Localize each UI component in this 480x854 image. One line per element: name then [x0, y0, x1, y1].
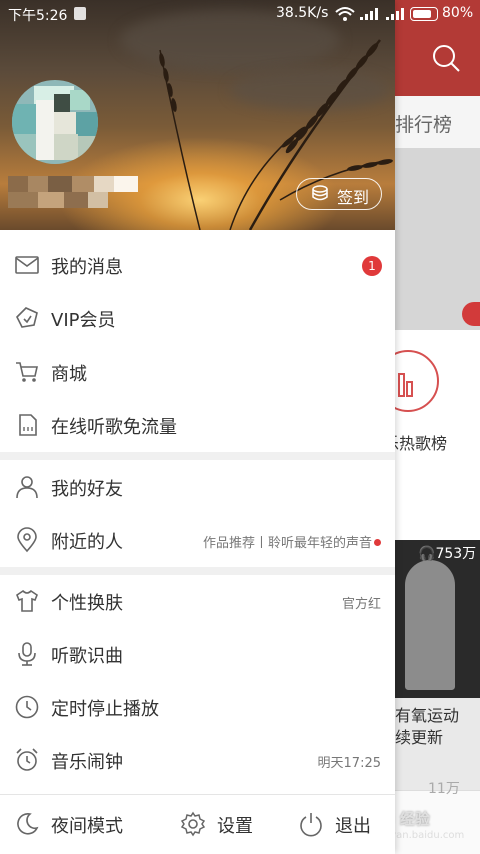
menu-item-theme[interactable]: 个性换肤 官方红 — [0, 575, 395, 628]
settings-label: 设置 — [217, 816, 253, 837]
headphones-icon: 🎧 — [418, 546, 436, 562]
checkin-button[interactable]: 签到 — [296, 178, 382, 210]
wifi-icon — [335, 7, 355, 21]
settings-button[interactable]: 设置 — [170, 795, 280, 854]
mail-icon — [15, 256, 39, 274]
mic-icon — [18, 642, 36, 666]
username-blurred[interactable] — [8, 176, 144, 208]
side-drawer: 签到 我的消息 1 VIP会员 商城 在线听歌免流量 我的好友 附近的人 作品推… — [0, 0, 395, 854]
exit-label: 退出 — [335, 816, 371, 837]
menu-label: 附近的人 — [51, 532, 123, 553]
background-indicator — [462, 302, 480, 326]
menu-item-messages[interactable]: 我的消息 — [0, 239, 395, 292]
menu-label: 我的消息 — [51, 257, 123, 278]
search-icon[interactable] — [432, 44, 460, 72]
menu-label: 在线听歌免流量 — [51, 417, 177, 438]
coins-icon — [312, 185, 328, 201]
menu-item-alarm[interactable]: 音乐闹钟 明天17:25 — [0, 734, 395, 787]
clock-icon — [15, 695, 39, 719]
alarm-time: 明天17:25 — [317, 756, 381, 771]
menu-label: VIP会员 — [51, 310, 116, 331]
menu-item-free-data[interactable]: 在线听歌免流量 — [0, 399, 395, 452]
menu-item-nearby[interactable]: 附近的人 作品推荐丨聆听最年轻的声音 — [0, 514, 395, 567]
menu-item-store[interactable]: 商城 — [0, 346, 395, 399]
profile-header: 签到 — [0, 0, 395, 230]
tab-ranking[interactable]: 排行榜 — [395, 110, 452, 137]
shirt-icon — [16, 589, 38, 612]
vip-diamond-icon — [16, 307, 38, 328]
play-count-2: 11万 — [428, 781, 460, 797]
checkin-label: 签到 — [337, 188, 370, 207]
menu-label: 商城 — [51, 364, 87, 385]
network-speed: 38.5K/s — [276, 5, 329, 21]
unread-badge: 1 — [362, 256, 382, 276]
person-icon — [16, 476, 38, 499]
night-mode-label: 夜间模式 — [51, 816, 123, 837]
menu-item-song-recognition[interactable]: 听歌识曲 — [0, 628, 395, 681]
nearby-subtitle: 作品推荐丨聆听最年轻的声音 — [203, 532, 381, 551]
notification-icon — [74, 7, 86, 20]
gear-icon — [180, 811, 206, 837]
signal-icon-2 — [386, 8, 404, 20]
playlist-cover[interactable] — [395, 540, 480, 698]
menu-label: 听歌识曲 — [51, 646, 123, 667]
night-mode-button[interactable]: 夜间模式 — [0, 795, 150, 854]
power-icon — [300, 813, 322, 837]
new-dot — [374, 539, 381, 546]
location-pin-icon — [17, 527, 37, 553]
current-theme: 官方红 — [341, 597, 381, 612]
cart-icon — [16, 362, 38, 382]
menu-item-sleep-timer[interactable]: 定时停止播放 — [0, 681, 395, 734]
menu-label: 个性换肤 — [51, 593, 123, 614]
moon-icon — [17, 812, 39, 835]
exit-button[interactable]: 退出 — [290, 795, 395, 854]
divider — [0, 452, 395, 460]
status-bar: 下午5:26 38.5K/s 80% — [0, 0, 480, 28]
menu-label: 定时停止播放 — [51, 699, 159, 720]
status-time: 下午5:26 — [8, 8, 68, 24]
drawer-bottom-bar: 夜间模式 设置 退出 — [0, 794, 395, 854]
signal-icon — [360, 8, 378, 20]
avatar[interactable] — [12, 80, 98, 164]
divider — [0, 567, 395, 575]
playlist-title[interactable]: 有氧运动 续更新 — [395, 705, 459, 749]
menu-label: 音乐闹钟 — [51, 752, 123, 773]
sim-card-icon — [19, 414, 37, 436]
menu-item-friends[interactable]: 我的好友 — [0, 461, 395, 514]
menu-label: 我的好友 — [51, 479, 123, 500]
menu-item-vip[interactable]: VIP会员 — [0, 292, 395, 345]
battery-percent: 80% — [442, 5, 474, 21]
play-count: 🎧753万 — [418, 546, 477, 562]
background-tab-bar: 排行榜 — [395, 96, 480, 149]
battery-icon — [410, 7, 438, 21]
alarm-clock-icon — [16, 748, 38, 771]
